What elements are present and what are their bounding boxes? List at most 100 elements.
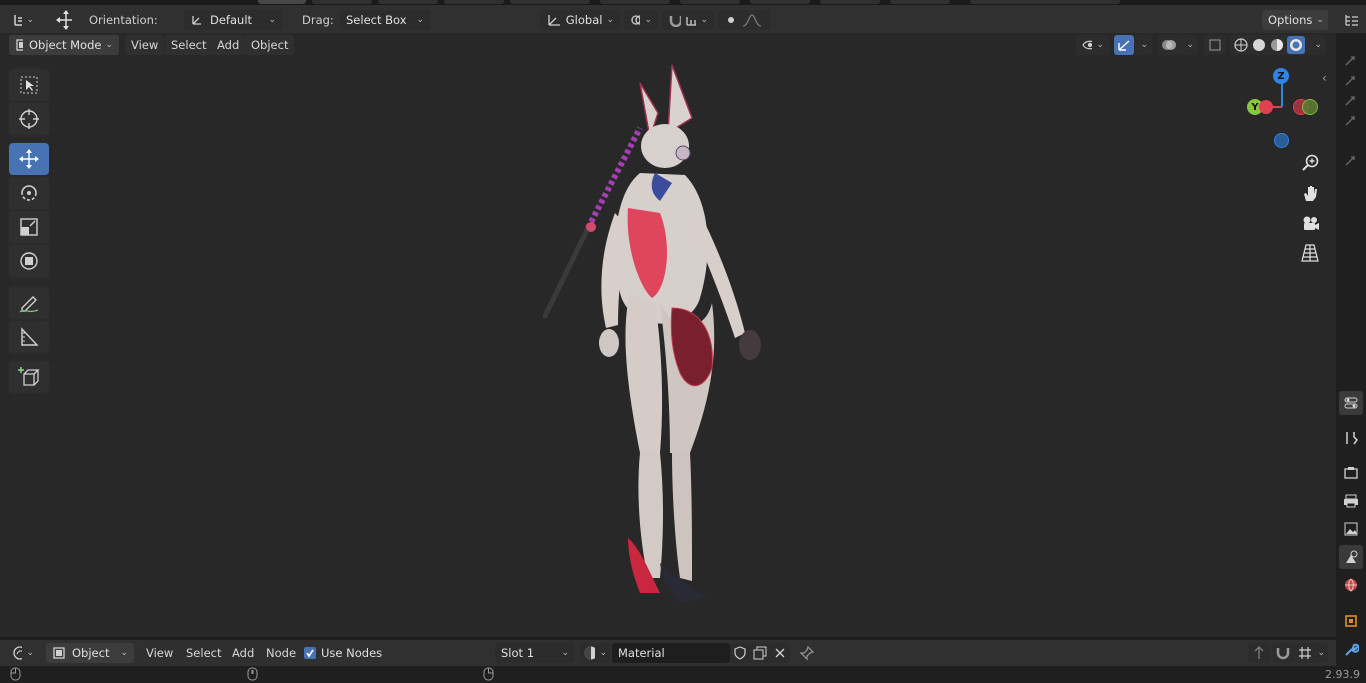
- tab-modifiers[interactable]: [1339, 638, 1363, 662]
- workspace-tab[interactable]: [970, 0, 1120, 4]
- gizmo-dropdown[interactable]: ⌄: [1134, 35, 1152, 55]
- footer-snap-element-dropdown[interactable]: ⌄: [1294, 643, 1328, 663]
- footer-editor-type-button[interactable]: ⌄: [6, 643, 40, 663]
- sidebar-toggle-arrow[interactable]: ‹: [1322, 71, 1327, 85]
- status-bar: 2.93.9: [0, 666, 1366, 683]
- tab-world[interactable]: [1339, 573, 1363, 597]
- drag-label: Drag:: [302, 13, 334, 27]
- gizmo-axis-x-neg[interactable]: [1259, 100, 1273, 114]
- transform-orientation-dropdown[interactable]: Global ⌄: [540, 10, 620, 30]
- parent-node-tree-button[interactable]: [1248, 643, 1270, 663]
- menu-select[interactable]: Select: [165, 35, 213, 55]
- fake-user-button[interactable]: [730, 643, 750, 663]
- tab-active-tool[interactable]: [1339, 426, 1363, 450]
- orientation-dropdown[interactable]: Default ⌄: [184, 10, 282, 30]
- select-box-icon: [20, 76, 38, 94]
- visibility-dropdown[interactable]: ⌄: [1076, 35, 1110, 55]
- perspective-toggle-button[interactable]: [1298, 241, 1322, 265]
- measure-ruler-icon: [21, 327, 39, 346]
- pin-button[interactable]: [796, 643, 818, 663]
- tool-transform[interactable]: [9, 245, 49, 277]
- slot-value: Slot 1: [501, 646, 535, 660]
- menu-object[interactable]: Object: [245, 35, 295, 55]
- tab-render[interactable]: [1339, 461, 1363, 485]
- wireframe-shading-icon[interactable]: [1233, 37, 1249, 53]
- outliner-toggle-button[interactable]: [1340, 10, 1364, 30]
- new-material-button[interactable]: [750, 643, 770, 663]
- camera-view-button[interactable]: [1298, 211, 1322, 235]
- gizmo-axis-z-neg[interactable]: [1274, 133, 1289, 148]
- tab-tool-settings[interactable]: [1339, 391, 1363, 415]
- tab-output[interactable]: [1339, 489, 1363, 513]
- mode-dropdown[interactable]: Object Mode ⌄: [9, 35, 119, 55]
- gizmo-toggle[interactable]: [1114, 35, 1134, 55]
- solid-shading-icon[interactable]: [1251, 37, 1267, 53]
- character-model[interactable]: [0, 33, 1336, 637]
- overlays-dropdown[interactable]: ⌄: [1180, 35, 1198, 55]
- cursor-icon: [19, 109, 39, 129]
- zoom-button[interactable]: [1298, 151, 1322, 175]
- shading-dropdown[interactable]: ⌄: [1308, 35, 1326, 55]
- menu-view[interactable]: View: [125, 35, 165, 55]
- tool-move[interactable]: [9, 143, 49, 175]
- workspace-tab[interactable]: [378, 0, 438, 4]
- camera-icon: [1303, 216, 1319, 230]
- annotate-pencil-icon: [19, 296, 39, 313]
- tool-annotate[interactable]: [9, 287, 49, 319]
- 3d-viewport[interactable]: Object Mode ⌄ View Select Add Object ⌄ ⌄…: [0, 33, 1336, 637]
- shader-type-value: Object: [72, 646, 110, 660]
- workspace-tab[interactable]: [820, 0, 880, 4]
- editor-type-button[interactable]: ⌄: [6, 10, 40, 30]
- gizmo-axis-z[interactable]: Z: [1273, 68, 1289, 84]
- grid-perspective-icon: [1301, 244, 1319, 262]
- workspace-tab[interactable]: [890, 0, 950, 4]
- hand-icon: [1304, 186, 1317, 201]
- material-name-field[interactable]: Material: [612, 643, 730, 663]
- viewport-editor-icon: [14, 15, 23, 26]
- use-nodes-checkbox[interactable]: Use Nodes: [304, 646, 382, 660]
- tab-view-layer[interactable]: [1339, 517, 1363, 541]
- menu-add[interactable]: Add: [211, 35, 246, 55]
- footer-menu-node[interactable]: Node: [260, 643, 303, 663]
- workspace-tab[interactable]: [510, 0, 590, 4]
- shader-type-dropdown[interactable]: Object ⌄: [46, 643, 134, 663]
- tab-object[interactable]: [1339, 609, 1363, 633]
- workspace-tab[interactable]: [680, 0, 740, 4]
- move-tool-icon: [56, 10, 72, 30]
- tool-cursor[interactable]: [9, 103, 49, 135]
- slot-dropdown[interactable]: Slot 1 ⌄: [495, 643, 575, 663]
- xray-toggle[interactable]: [1204, 35, 1226, 55]
- snap-toggle[interactable]: ⌄: [662, 10, 714, 30]
- navigation-gizmo[interactable]: Z Y: [1240, 65, 1324, 149]
- workspace-tab-active[interactable]: [258, 0, 306, 4]
- workspace-tab[interactable]: [312, 0, 372, 4]
- active-tool-icon-button[interactable]: [48, 8, 78, 32]
- options-dropdown[interactable]: Options ⌄: [1262, 10, 1328, 30]
- outliner-icon: [1345, 15, 1358, 26]
- footer-menu-select[interactable]: Select: [180, 643, 228, 663]
- overlays-toggle[interactable]: [1158, 35, 1180, 55]
- footer-menu-add[interactable]: Add: [226, 643, 261, 663]
- material-browse-button[interactable]: ⌄: [580, 643, 610, 663]
- pan-button[interactable]: [1298, 181, 1322, 205]
- proportional-editing-toggle[interactable]: [718, 10, 770, 30]
- drag-dropdown[interactable]: Select Box ⌄: [340, 10, 430, 30]
- tab-scene[interactable]: [1339, 545, 1363, 569]
- tool-add-cube[interactable]: [9, 361, 49, 393]
- unlink-material-button[interactable]: [770, 643, 790, 663]
- falloff-curve-icon: [742, 14, 762, 27]
- tool-rotate[interactable]: [9, 177, 49, 209]
- tool-measure[interactable]: [9, 321, 49, 353]
- gizmo-axis-y-neg[interactable]: [1302, 99, 1318, 115]
- workspace-tab[interactable]: [600, 0, 670, 4]
- workspace-tab[interactable]: [750, 0, 810, 4]
- tool-select-box[interactable]: [9, 69, 49, 101]
- material-sphere-icon: [584, 646, 596, 660]
- footer-menu-view[interactable]: View: [140, 643, 180, 663]
- footer-snap-toggle[interactable]: [1272, 643, 1294, 663]
- workspace-tab[interactable]: [444, 0, 504, 4]
- tool-scale[interactable]: [9, 211, 49, 243]
- pivot-point-dropdown[interactable]: ⌄: [624, 10, 658, 30]
- rendered-shading-button[interactable]: [1287, 36, 1305, 54]
- material-preview-shading-icon[interactable]: [1269, 37, 1285, 53]
